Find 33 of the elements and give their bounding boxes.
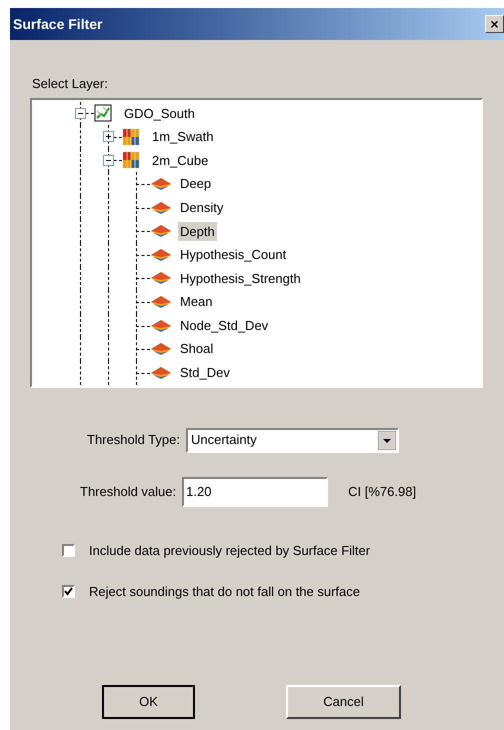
- threshold-value-field[interactable]: 1.20: [182, 476, 328, 506]
- checkbox[interactable]: [62, 544, 75, 557]
- collapse-icon[interactable]: [74, 108, 86, 119]
- expand-icon[interactable]: [102, 131, 114, 142]
- checkbox-label: Reject soundings that do not fall on the surface: [89, 583, 360, 601]
- layer-tree[interactable]: GDO_South 1m_Swath 2m_Cube Deep Density Depth Hypothesis_Count Hypothesis_Strength Mean Node_Std_Dev Shoal Std_Dev: [30, 98, 483, 388]
- close-button[interactable]: ×: [485, 15, 504, 33]
- surface-layer-icon: [150, 294, 172, 310]
- grid-surface-icon: [122, 151, 140, 170]
- grid-surface-icon: [122, 128, 140, 146]
- confidence-interval-text: CI [%76.98]: [348, 482, 416, 501]
- checkbox-label: Include data previously rejected by Surface Filter: [89, 542, 370, 560]
- tree-item[interactable]: Depth: [178, 222, 217, 242]
- ok-button[interactable]: OK: [102, 684, 195, 718]
- surface-layer-icon: [150, 223, 172, 240]
- dropdown-arrow-icon[interactable]: [378, 430, 396, 450]
- surface-layer-icon: [150, 200, 172, 216]
- cancel-button[interactable]: Cancel: [286, 684, 401, 718]
- surface-layer-icon: [150, 318, 172, 334]
- surface-layer-icon: [150, 341, 172, 358]
- surface-layer-icon: [150, 176, 172, 192]
- threshold-type-label: Threshold Type:: [87, 431, 180, 450]
- window-title: Surface Filter: [13, 14, 102, 34]
- layer-group-icon: [94, 104, 112, 122]
- dropdown-value: Uncertainty: [190, 431, 257, 450]
- select-layer-label: Select Layer:: [32, 75, 108, 93]
- surface-layer-icon: [150, 364, 172, 381]
- collapse-icon[interactable]: [102, 154, 114, 166]
- checkbox[interactable]: [62, 585, 75, 598]
- surface-layer-icon: [150, 246, 172, 263]
- threshold-value-label: Threshold value:: [80, 482, 176, 501]
- threshold-type-dropdown[interactable]: Uncertainty: [186, 428, 399, 452]
- surface-layer-icon: [150, 270, 172, 286]
